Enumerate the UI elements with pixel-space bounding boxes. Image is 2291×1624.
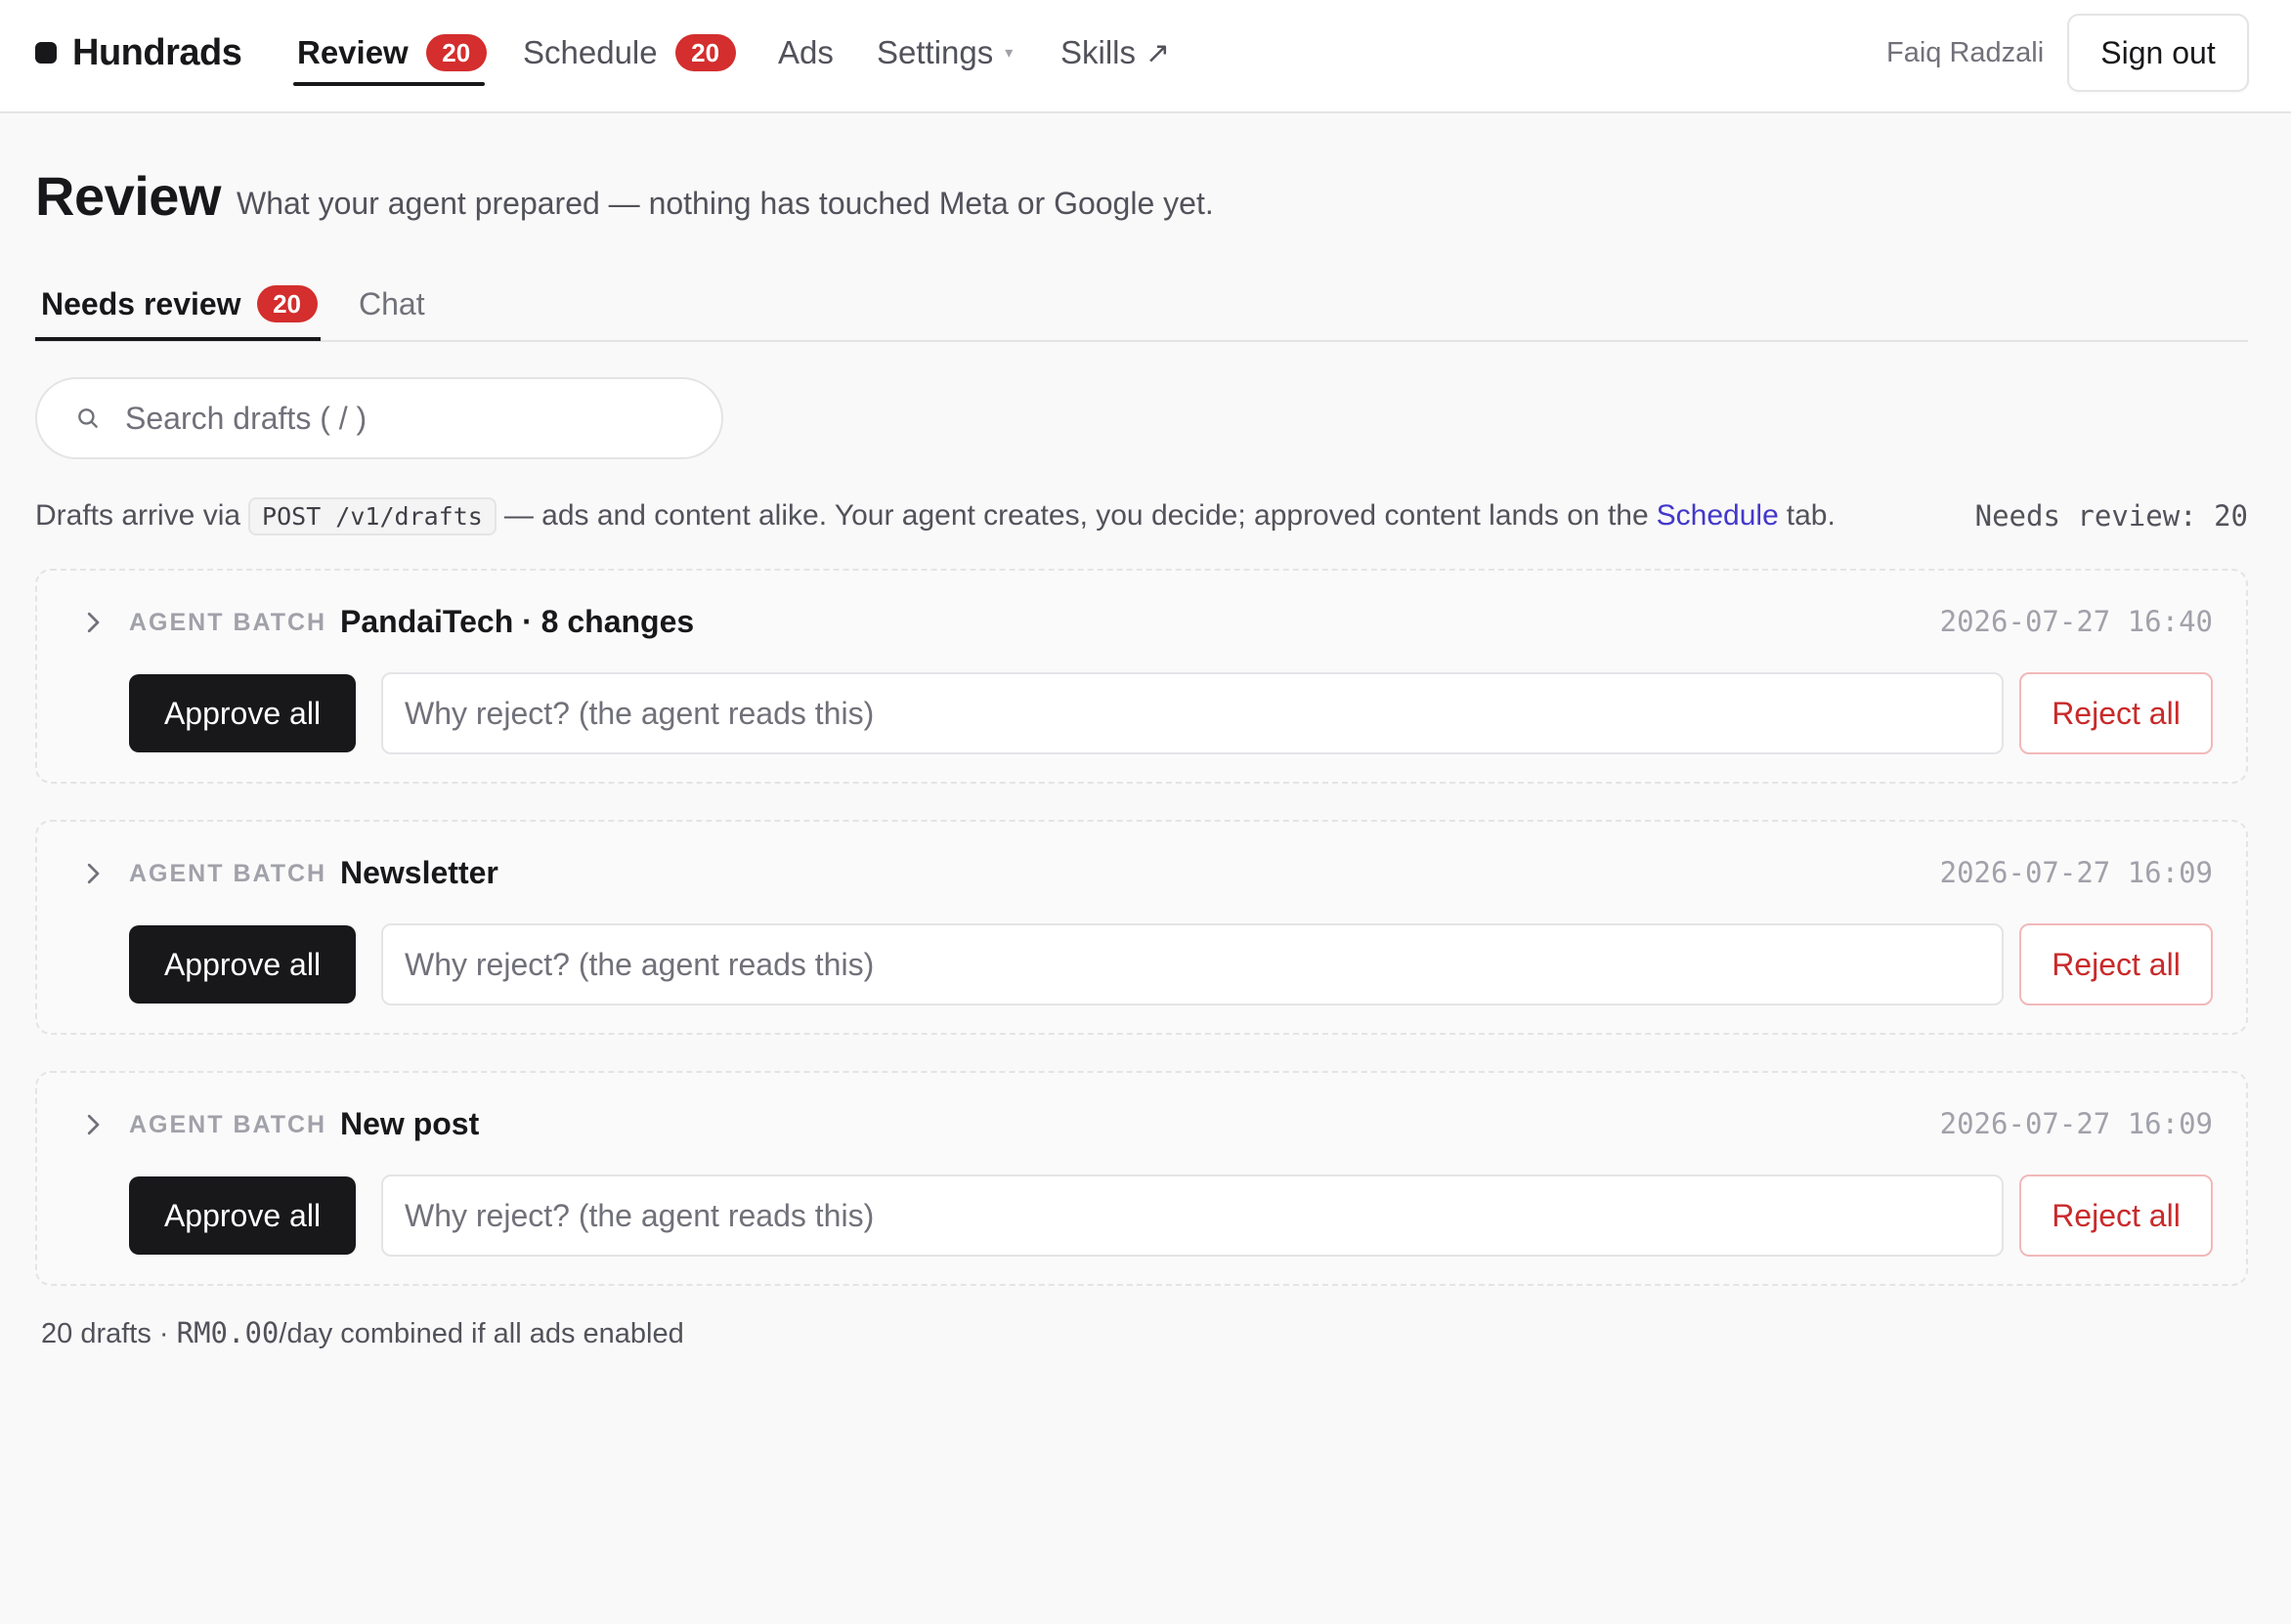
reject-all-button[interactable]: Reject all <box>2019 923 2213 1005</box>
nav-item-review[interactable]: Review 20 <box>297 27 487 78</box>
batch-timestamp: 2026-07-27 16:09 <box>1939 1107 2213 1140</box>
search-box[interactable] <box>35 377 723 459</box>
approve-all-button[interactable]: Approve all <box>129 674 356 752</box>
approve-all-button[interactable]: Approve all <box>129 925 356 1004</box>
nav-item-settings[interactable]: Settings ▾ <box>877 27 1013 78</box>
info-prefix: Drafts arrive via <box>35 499 241 532</box>
batch-card: AGENT BATCH PandaiTech · 8 changes 2026-… <box>35 569 2248 784</box>
chevron-down-icon: ▾ <box>1005 45 1014 62</box>
nav-item-label: Review <box>297 34 409 70</box>
batch-title[interactable]: Newsletter <box>340 853 498 892</box>
tab-label: Needs review <box>41 285 241 321</box>
nav-schedule-badge: 20 <box>674 34 736 71</box>
reject-all-button[interactable]: Reject all <box>2019 1175 2213 1257</box>
reject-reason-input[interactable] <box>381 923 2004 1005</box>
needs-review-count: Needs review: 20 <box>1974 499 2248 533</box>
chevron-right-icon[interactable] <box>78 608 108 637</box>
reject-reason-input[interactable] <box>381 672 2004 754</box>
nav-item-label: Skills <box>1060 34 1137 70</box>
reject-reason-input[interactable] <box>381 1175 2004 1257</box>
daily-spend-note: /day combined if all ads enabled <box>279 1318 684 1349</box>
info-middle: — ads and content alike. Your agent crea… <box>503 499 1649 532</box>
batch-title[interactable]: New post <box>340 1104 479 1143</box>
batch-card: AGENT BATCH New post 2026-07-27 16:09 Ap… <box>35 1071 2248 1286</box>
nav-item-label: Schedule <box>523 34 658 70</box>
sign-out-button[interactable]: Sign out <box>2067 14 2249 92</box>
batch-timestamp: 2026-07-27 16:09 <box>1939 856 2213 889</box>
tab-needs-review-badge: 20 <box>256 285 318 322</box>
brand-name: Hundrads <box>72 31 242 73</box>
external-link-icon: ↗ <box>1146 36 1171 69</box>
nav-review-badge: 20 <box>425 34 487 71</box>
top-navigation: Hundrads Review 20 Schedule 20 Ads Setti… <box>0 0 2291 113</box>
drafts-info: Drafts arrive via POST /v1/drafts — ads … <box>35 494 1836 537</box>
batch-timestamp: 2026-07-27 16:40 <box>1939 605 2213 638</box>
tab-needs-review[interactable]: Needs review 20 <box>41 279 318 328</box>
drafts-summary: 20 drafts · RM0.00/day combined if all a… <box>41 1313 684 1353</box>
batch-tag: AGENT BATCH <box>129 860 327 887</box>
nav-active-indicator <box>293 82 485 86</box>
schedule-link[interactable]: Schedule <box>1657 499 1779 533</box>
drafts-count: 20 drafts · <box>41 1318 169 1349</box>
tab-active-indicator <box>35 337 321 341</box>
daily-spend-amount: RM0.00 <box>176 1316 280 1349</box>
nav-item-schedule[interactable]: Schedule 20 <box>523 27 736 78</box>
brand[interactable]: Hundrads <box>35 29 242 76</box>
chevron-right-icon[interactable] <box>78 1110 108 1139</box>
approve-all-button[interactable]: Approve all <box>129 1176 356 1255</box>
page-subtitle: What your agent prepared — nothing has t… <box>237 186 1214 221</box>
batch-tag: AGENT BATCH <box>129 1111 327 1138</box>
batch-card: AGENT BATCH Newsletter 2026-07-27 16:09 … <box>35 820 2248 1035</box>
nav-item-ads[interactable]: Ads <box>778 27 834 78</box>
search-icon <box>68 399 108 438</box>
tab-label: Chat <box>359 285 425 321</box>
user-name: Faiq Radzali <box>1886 37 2045 68</box>
tabs-divider <box>35 340 2248 342</box>
reject-all-button[interactable]: Reject all <box>2019 672 2213 754</box>
info-suffix: tab. <box>1786 499 1836 532</box>
batch-tag: AGENT BATCH <box>129 609 327 636</box>
chevron-right-icon[interactable] <box>78 859 108 888</box>
page-title: Review <box>35 165 222 227</box>
api-endpoint-code: POST /v1/drafts <box>248 496 497 535</box>
brand-logo-icon <box>35 42 57 64</box>
nav-item-label: Ads <box>778 34 834 70</box>
tab-chat[interactable]: Chat <box>359 279 425 328</box>
nav-item-skills[interactable]: Skills ↗ <box>1060 27 1170 78</box>
search-input[interactable] <box>125 400 672 437</box>
nav-item-label: Settings <box>877 34 994 70</box>
batch-title[interactable]: PandaiTech · 8 changes <box>340 602 694 641</box>
